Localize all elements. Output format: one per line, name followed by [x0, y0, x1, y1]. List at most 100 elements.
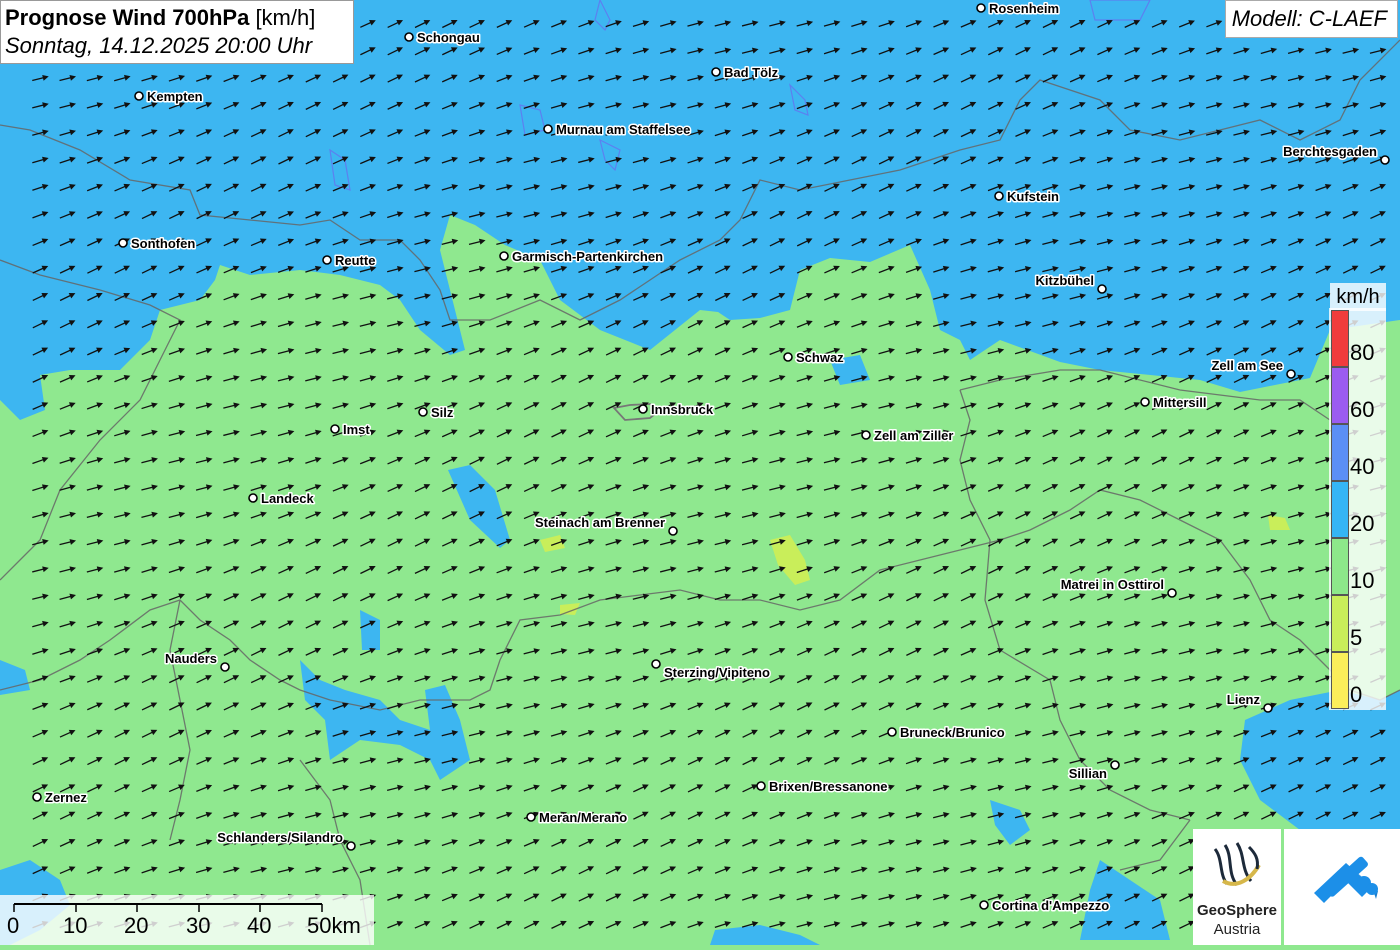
city-dot: [651, 659, 661, 669]
city-label: Kitzbühel: [1036, 273, 1095, 288]
city-label: Reutte: [335, 253, 375, 268]
city-dot: [1110, 760, 1120, 770]
city-label: Sterzing/Vipiteno: [664, 665, 770, 680]
scale-label-30: 30: [186, 913, 211, 938]
city-dot: [32, 792, 42, 802]
city-label: Meran/Merano: [539, 810, 627, 825]
city-dot: [248, 493, 258, 503]
city-label: Zell am Ziller: [874, 428, 953, 443]
city-label: Silz: [431, 405, 454, 420]
city-dot: [887, 727, 897, 737]
map-title: Prognose Wind 700hPa [km/h]: [5, 4, 349, 32]
city-marker: Murnau am Staffelsee: [543, 121, 692, 139]
city-marker: Brixen/Bressanone: [756, 778, 889, 796]
city-label: Garmisch-Partenkirchen: [512, 249, 663, 264]
city-dot: [668, 526, 678, 536]
legend-tick-label: 10: [1350, 568, 1375, 593]
city-dot: [134, 91, 144, 101]
city-dot: [1263, 703, 1273, 713]
city-label: Sonthofen: [131, 236, 195, 251]
legend-color-swatch: [1331, 652, 1349, 709]
city-dot: [1286, 369, 1296, 379]
city-dot: [783, 352, 793, 362]
city-dot: [979, 900, 989, 910]
legend-tick-label: 20: [1350, 511, 1375, 536]
legend-color-swatch: [1331, 595, 1349, 652]
legend-tick-label: 40: [1350, 454, 1375, 479]
city-label: Brixen/Bressanone: [769, 779, 888, 794]
cloud-chevron-icon: [1314, 856, 1378, 903]
map-title-unit: [km/h]: [255, 5, 316, 30]
city-marker: Rosenheim: [976, 0, 1061, 18]
city-dot: [220, 662, 230, 672]
geosphere-logo[interactable]: GeoSphere Austria: [1193, 829, 1281, 945]
city-dot: [418, 407, 428, 417]
city-dot: [976, 3, 986, 13]
city-label: Schongau: [417, 30, 480, 45]
city-label: Rosenheim: [989, 1, 1059, 16]
city-dot: [499, 251, 509, 261]
city-dot: [118, 238, 128, 248]
city-dot: [1380, 155, 1390, 165]
map-title-box: Prognose Wind 700hPa [km/h] Sonntag, 14.…: [0, 0, 354, 64]
city-label: Mittersill: [1153, 395, 1206, 410]
city-label: Steinach am Brenner: [535, 515, 665, 530]
city-label: Matrei in Osttirol: [1061, 577, 1164, 592]
city-label: Bruneck/Brunico: [900, 725, 1005, 740]
city-label: Schlanders/Silandro: [217, 830, 343, 845]
scale-label-0: 0: [7, 913, 20, 938]
city-dot: [861, 430, 871, 440]
legend-tick-label: 5: [1350, 625, 1363, 650]
city-dot: [756, 781, 766, 791]
city-dot: [1097, 284, 1107, 294]
map-subtitle: Sonntag, 14.12.2025 20:00 Uhr: [5, 33, 313, 58]
city-marker: Cortina d'Ampezzo: [979, 897, 1111, 915]
city-label: Innsbruck: [651, 402, 714, 417]
model-label: Modell: C-LAEF: [1224, 0, 1398, 38]
city-dot: [994, 191, 1004, 201]
geosphere-emblem-icon: [1213, 842, 1261, 886]
city-label: Kempten: [147, 89, 203, 104]
geosphere-logo-sub: Austria: [1213, 921, 1261, 938]
city-dot: [638, 404, 648, 414]
legend-color-swatch: [1331, 481, 1349, 538]
legend-unit: km/h: [1330, 283, 1386, 311]
legend-tick-label: 60: [1350, 397, 1375, 422]
city-label: Nauders: [165, 651, 217, 666]
city-label: Imst: [343, 422, 370, 437]
scale-label-50: 50km: [307, 913, 361, 938]
city-marker: Bruneck/Brunico: [887, 724, 1006, 742]
weather-app-logo[interactable]: [1284, 829, 1400, 945]
legend-color-swatch: [1331, 538, 1349, 595]
city-dot: [322, 255, 332, 265]
city-label: Schwaz: [796, 350, 844, 365]
legend-color-swatch: [1331, 367, 1349, 424]
city-dot: [526, 812, 536, 822]
city-marker: Innsbruck: [638, 401, 715, 419]
city-label: Cortina d'Ampezzo: [992, 898, 1109, 913]
scale-label-10: 10: [63, 913, 88, 938]
city-dot: [1140, 397, 1150, 407]
wind-map[interactable]: Rosenheim Schongau Bad Tölz Kempten Murnau a…: [0, 0, 1400, 945]
city-label: Berchtesgaden: [1283, 144, 1377, 159]
city-dot: [543, 124, 553, 134]
city-marker: Meran/Merano: [526, 809, 629, 827]
city-label: Landeck: [261, 491, 315, 506]
map-title-main: Prognose Wind 700hPa: [5, 5, 250, 30]
city-dot: [330, 424, 340, 434]
city-label: Zernez: [45, 790, 87, 805]
city-label: Sillian: [1069, 766, 1107, 781]
legend-tick-label: 0: [1350, 682, 1363, 707]
legend-color-swatch: [1331, 310, 1349, 367]
legend-color-swatch: [1331, 424, 1349, 481]
scale-label-20: 20: [124, 913, 149, 938]
city-marker: Garmisch-Partenkirchen: [499, 248, 665, 266]
city-dot: [346, 841, 356, 851]
city-label: Lienz: [1227, 692, 1261, 707]
city-marker: Schongau: [404, 29, 481, 47]
city-dot: [404, 32, 414, 42]
city-label: Bad Tölz: [724, 65, 779, 80]
scale-label-40: 40: [247, 913, 272, 938]
city-marker: Sonthofen: [118, 235, 197, 253]
geosphere-logo-name: GeoSphere: [1196, 902, 1278, 919]
